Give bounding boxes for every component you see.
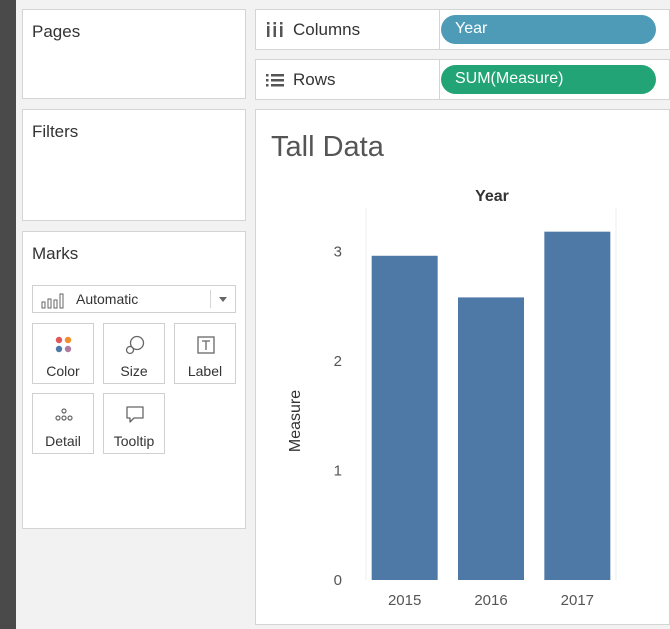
x-tick-label: 2017 bbox=[561, 592, 594, 609]
detail-button-label: Detail bbox=[45, 433, 81, 449]
pages-card[interactable]: Pages bbox=[22, 9, 246, 99]
color-icon bbox=[55, 336, 72, 353]
pages-card-title: Pages bbox=[32, 22, 81, 41]
tableau-workspace: Pages Filters Marks Automatic Color Size… bbox=[16, 0, 670, 629]
chevron-down-icon bbox=[219, 297, 227, 302]
detail-button[interactable]: Detail bbox=[32, 393, 94, 454]
x-tick-label: 2015 bbox=[388, 592, 421, 609]
label-button[interactable]: Label bbox=[174, 323, 236, 384]
shelf-divider bbox=[439, 10, 440, 49]
columns-shelf[interactable]: Columns Year bbox=[255, 9, 670, 50]
color-button-label: Color bbox=[46, 363, 80, 379]
tooltip-button[interactable]: Tooltip bbox=[103, 393, 165, 454]
y-tick-label: 3 bbox=[334, 243, 342, 260]
shelf-divider bbox=[439, 60, 440, 99]
filters-card-title: Filters bbox=[32, 122, 79, 141]
tooltip-button-label: Tooltip bbox=[113, 433, 155, 449]
tooltip-icon bbox=[126, 406, 144, 423]
bar-2016 bbox=[458, 297, 524, 580]
mark-type-dropdown[interactable]: Automatic bbox=[32, 285, 236, 313]
detail-icon bbox=[55, 408, 73, 421]
bar-chart: Year Measure 0 1 2 3 2015 2016 2017 bbox=[287, 188, 617, 609]
dropdown-divider bbox=[210, 290, 211, 308]
label-button-label: Label bbox=[187, 363, 223, 379]
rows-shelf-label: Rows bbox=[293, 70, 336, 89]
marks-card: Marks Automatic Color Size Label Detail … bbox=[22, 231, 246, 529]
columns-shelf-label: Columns bbox=[293, 20, 361, 39]
y-tick-label: 1 bbox=[334, 462, 342, 479]
y-tick-label: 2 bbox=[334, 353, 342, 370]
size-button[interactable]: Size bbox=[103, 323, 165, 384]
year-pill[interactable]: Year bbox=[441, 15, 656, 44]
columns-icon bbox=[267, 22, 283, 37]
label-icon bbox=[197, 336, 215, 354]
bar-2017 bbox=[544, 231, 611, 580]
marks-card-title: Marks bbox=[32, 244, 79, 263]
bar-chart-icon bbox=[41, 293, 64, 309]
sum-measure-pill[interactable]: SUM(Measure) bbox=[441, 65, 656, 94]
size-button-label: Size bbox=[120, 363, 148, 379]
size-icon bbox=[125, 335, 145, 355]
color-button[interactable]: Color bbox=[32, 323, 94, 384]
rows-icon bbox=[266, 74, 284, 87]
y-axis-label: Measure bbox=[287, 390, 304, 452]
filters-card[interactable]: Filters bbox=[22, 109, 246, 221]
x-tick-label: 2016 bbox=[474, 592, 507, 609]
mark-type-value: Automatic bbox=[76, 291, 139, 307]
worksheet-view: Tall Data Year Measure 0 1 2 3 2015 2016 2017 bbox=[255, 109, 670, 625]
bar-2015 bbox=[371, 255, 438, 580]
y-tick-label: 0 bbox=[334, 572, 342, 589]
rows-shelf[interactable]: Rows SUM(Measure) bbox=[255, 59, 670, 100]
x-axis-label: Year bbox=[475, 188, 509, 205]
